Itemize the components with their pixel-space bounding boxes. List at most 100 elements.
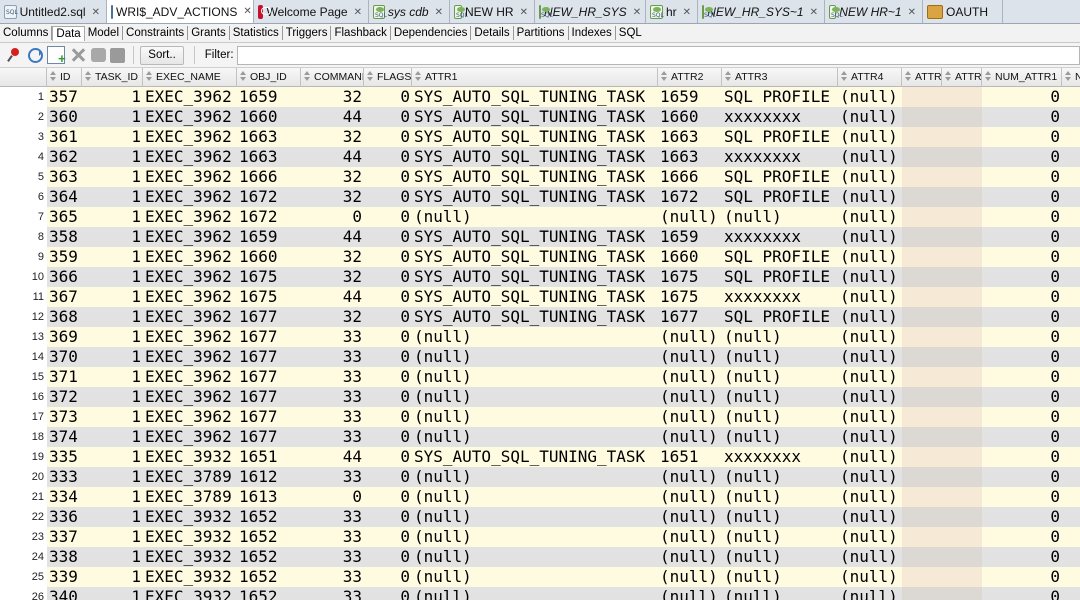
cell-command[interactable]: 33 — [301, 467, 364, 487]
cell-attr2[interactable]: (null) — [658, 367, 722, 387]
cell-obj_id[interactable]: 1677 — [237, 367, 301, 387]
cell-attr3[interactable]: (null) — [722, 427, 838, 447]
cell-attr1[interactable]: SYS_AUTO_SQL_TUNING_TASK — [412, 227, 658, 247]
column-header-attr3[interactable]: ATTR3 — [722, 68, 838, 87]
cell-attr5[interactable] — [902, 387, 942, 407]
cell-attr1[interactable]: (null) — [412, 467, 658, 487]
cell-command[interactable]: 32 — [301, 127, 364, 147]
cell-exec_name[interactable]: EXEC_3962 — [143, 327, 237, 347]
sub-tab-data[interactable]: Data — [52, 25, 85, 41]
cell-attr4[interactable]: (null) — [838, 387, 902, 407]
cell-num_attr2[interactable] — [1062, 487, 1080, 507]
sub-tab-columns[interactable]: Columns — [0, 26, 53, 40]
table-row[interactable]: 23 337 1 EXEC_3932 1652 33 0 (null) (null) (null)… — [0, 527, 1080, 547]
cell-exec_name[interactable]: EXEC_3962 — [143, 307, 237, 327]
cell-task_id[interactable]: 1 — [82, 427, 143, 447]
cell-obj_id[interactable]: 1659 — [237, 87, 301, 107]
cell-flags[interactable]: 0 — [364, 107, 412, 127]
cell-attr6[interactable] — [942, 367, 982, 387]
sort-button[interactable]: Sort.. — [140, 45, 184, 65]
cell-id[interactable]: 369 — [47, 327, 82, 347]
cell-attr3[interactable]: xxxxxxxx — [722, 227, 838, 247]
column-header-attr5[interactable]: ATTR5 — [902, 68, 942, 87]
cell-num_attr2[interactable] — [1062, 307, 1080, 327]
cell-num_attr1[interactable]: 0 — [982, 107, 1062, 127]
cell-id[interactable]: 357 — [47, 87, 82, 107]
cell-attr6[interactable] — [942, 227, 982, 247]
cell-id[interactable]: 340 — [47, 587, 82, 600]
cell-task_id[interactable]: 1 — [82, 187, 143, 207]
cell-task_id[interactable]: 1 — [82, 567, 143, 587]
cell-attr5[interactable] — [902, 487, 942, 507]
close-tab-icon[interactable]: ✕ — [810, 7, 818, 18]
cell-attr5[interactable] — [902, 527, 942, 547]
cell-flags[interactable]: 0 — [364, 327, 412, 347]
cell-num_attr2[interactable] — [1062, 587, 1080, 600]
cell-obj_id[interactable]: 1677 — [237, 307, 301, 327]
cell-attr5[interactable] — [902, 547, 942, 567]
cell-num_attr1[interactable]: 0 — [982, 427, 1062, 447]
cell-flags[interactable]: 0 — [364, 187, 412, 207]
cell-exec_name[interactable]: EXEC_3932 — [143, 507, 237, 527]
cell-num_attr1[interactable]: 0 — [982, 87, 1062, 107]
cell-attr3[interactable]: (null) — [722, 507, 838, 527]
cell-command[interactable]: 33 — [301, 547, 364, 567]
cell-attr5[interactable] — [902, 367, 942, 387]
cell-id[interactable]: 333 — [47, 467, 82, 487]
cell-num_attr1[interactable]: 0 — [982, 367, 1062, 387]
table-row[interactable]: 8 358 1 EXEC_3962 1659 44 0 SYS_AUTO_SQL_TUNING… — [0, 227, 1080, 247]
cell-command[interactable]: 0 — [301, 487, 364, 507]
column-header-num_attr2[interactable]: N — [1062, 68, 1080, 87]
cell-num_attr2[interactable] — [1062, 87, 1080, 107]
cell-flags[interactable]: 0 — [364, 247, 412, 267]
delete-row-icon[interactable] — [69, 46, 87, 64]
doc-tab[interactable]: Untitled2.sql ✕ — [0, 0, 107, 23]
table-row[interactable]: 9 359 1 EXEC_3962 1660 32 0 SYS_AUTO_SQL_TUNING… — [0, 247, 1080, 267]
cell-command[interactable]: 32 — [301, 87, 364, 107]
close-tab-icon[interactable]: ✕ — [683, 7, 691, 18]
sub-tab-details[interactable]: Details — [471, 26, 514, 40]
column-header-num_attr1[interactable]: NUM_ATTR1 — [982, 68, 1062, 87]
cell-obj_id[interactable]: 1677 — [237, 327, 301, 347]
cell-attr2[interactable]: 1675 — [658, 287, 722, 307]
cell-task_id[interactable]: 1 — [82, 87, 143, 107]
cell-num_attr1[interactable]: 0 — [982, 227, 1062, 247]
cell-attr6[interactable] — [942, 507, 982, 527]
close-tab-icon[interactable]: ✕ — [908, 7, 916, 18]
cell-attr6[interactable] — [942, 167, 982, 187]
cell-obj_id[interactable]: 1677 — [237, 347, 301, 367]
cell-num_attr1[interactable]: 0 — [982, 487, 1062, 507]
sub-tab-grants[interactable]: Grants — [188, 26, 230, 40]
cell-flags[interactable]: 0 — [364, 307, 412, 327]
sub-tab-model[interactable]: Model — [85, 26, 124, 40]
column-header-obj_id[interactable]: OBJ_ID — [237, 68, 301, 87]
cell-command[interactable]: 32 — [301, 247, 364, 267]
cell-attr5[interactable] — [902, 107, 942, 127]
cell-attr2[interactable]: (null) — [658, 587, 722, 600]
cell-attr4[interactable]: (null) — [838, 307, 902, 327]
cell-id[interactable]: 334 — [47, 487, 82, 507]
cell-task_id[interactable]: 1 — [82, 447, 143, 467]
cell-num_attr1[interactable]: 0 — [982, 327, 1062, 347]
cell-flags[interactable]: 0 — [364, 567, 412, 587]
cell-exec_name[interactable]: EXEC_3962 — [143, 147, 237, 167]
cell-id[interactable]: 370 — [47, 347, 82, 367]
sub-tab-indexes[interactable]: Indexes — [569, 26, 616, 40]
cell-attr4[interactable]: (null) — [838, 427, 902, 447]
cell-num_attr1[interactable]: 0 — [982, 287, 1062, 307]
cell-attr2[interactable]: (null) — [658, 527, 722, 547]
cell-attr1[interactable]: (null) — [412, 207, 658, 227]
cell-command[interactable]: 32 — [301, 167, 364, 187]
doc-tab[interactable]: OAUTH — [923, 0, 1003, 23]
cell-attr1[interactable]: (null) — [412, 407, 658, 427]
table-row[interactable]: 15 371 1 EXEC_3962 1677 33 0 (null) (null) (null)… — [0, 367, 1080, 387]
cell-attr6[interactable] — [942, 447, 982, 467]
cell-exec_name[interactable]: EXEC_3932 — [143, 587, 237, 600]
cell-task_id[interactable]: 1 — [82, 327, 143, 347]
cell-num_attr1[interactable]: 0 — [982, 587, 1062, 600]
cell-command[interactable]: 33 — [301, 567, 364, 587]
cell-num_attr2[interactable] — [1062, 567, 1080, 587]
cell-attr3[interactable]: SQL PROFILE — [722, 187, 838, 207]
cell-attr4[interactable]: (null) — [838, 287, 902, 307]
cell-attr6[interactable] — [942, 547, 982, 567]
